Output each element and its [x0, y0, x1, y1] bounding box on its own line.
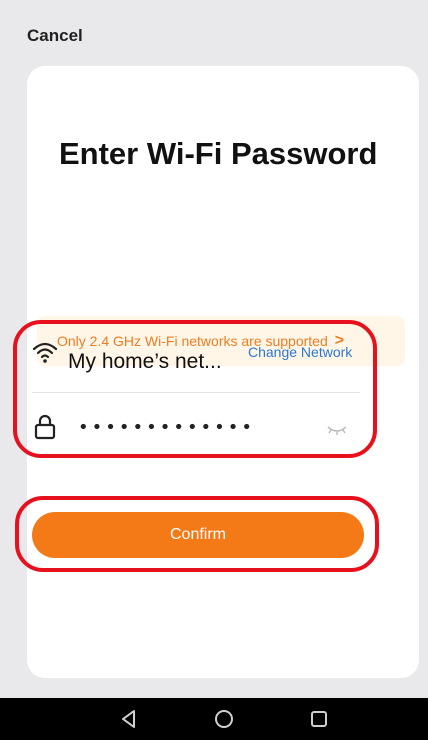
lock-icon [34, 414, 56, 440]
network-row: My home’s net... Change Network [32, 336, 364, 392]
cancel-button[interactable]: Cancel [27, 26, 83, 46]
recents-square-icon[interactable] [307, 707, 331, 731]
back-triangle-icon[interactable] [117, 707, 141, 731]
network-name: My home’s net... [68, 350, 222, 373]
top-bar: Cancel [0, 0, 428, 64]
confirm-button[interactable]: Confirm [32, 512, 364, 558]
password-input[interactable] [78, 414, 298, 440]
eye-closed-icon[interactable] [326, 424, 348, 436]
home-circle-icon[interactable] [212, 707, 236, 731]
wifi-icon [32, 342, 58, 363]
change-network-link[interactable]: Change Network [248, 344, 352, 360]
password-row [32, 404, 364, 452]
field-divider [32, 392, 360, 393]
page-title: Enter Wi-Fi Password [59, 136, 378, 171]
system-nav-bar [0, 698, 428, 740]
